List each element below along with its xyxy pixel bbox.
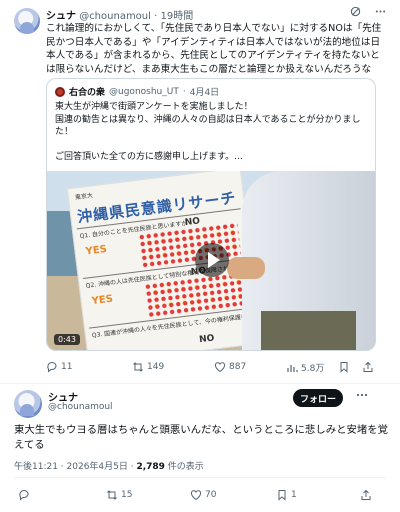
bookmark-icon — [278, 490, 286, 501]
no-label: NO — [198, 333, 215, 346]
quote-line-1: 東大生が沖縄で街頭アンケートを実施しました！ — [55, 102, 253, 112]
reply-icon — [19, 490, 29, 501]
follow-button[interactable]: フォロー — [293, 389, 343, 407]
video-duration: 0:43 — [54, 334, 80, 345]
bookmark-action[interactable] — [338, 361, 350, 373]
board-top-label: 東京大 — [74, 192, 94, 202]
reply-meta: 午後11:21 · 2026年4月5日 · 2,789 件の表示 — [14, 459, 204, 472]
quote-handle: @ugonoshu_UT — [109, 86, 179, 97]
quote-avatar — [55, 86, 65, 97]
post-divider — [0, 383, 400, 384]
yes-label: YES — [85, 243, 108, 258]
separator-dot: · — [154, 11, 158, 22]
quote-header: 右合の衆 @ugonoshu_UT · 4月4日 — [55, 85, 219, 98]
post-text: これ論理的におかしくて、「先住民であり日本人でない」に対するNOは「先住民かつ日… — [46, 23, 382, 75]
quote-line-3: ご回答頂いた全ての方に感謝申し上げます。... — [55, 151, 243, 162]
video-media[interactable]: 東京大 沖縄県民意識リサーチ Q1. 自分のことを先住民族と思いますか YES … — [47, 171, 375, 350]
views-icon — [287, 364, 298, 372]
grok-icon[interactable] — [350, 6, 361, 17]
like-count: 887 — [229, 362, 247, 372]
more-icon[interactable] — [356, 389, 368, 401]
reply-action[interactable]: 11 — [46, 361, 72, 373]
reply-user-avatar[interactable] — [14, 390, 42, 418]
reply-text: 東大生でもウヨる層はちゃんと頭悪いんだな、というところに悲しみと安堵を覚えてる — [14, 424, 389, 451]
bookmark-action[interactable]: 1 — [276, 489, 297, 501]
bookmark-count: 1 — [291, 490, 297, 500]
retweet-count: 149 — [147, 362, 165, 372]
meta-divider — [14, 477, 386, 478]
play-icon — [207, 252, 220, 268]
quote-text: 東大生が沖縄で街頭アンケートを実施しました！ 国連の勧告とは異なり、沖縄の人々の… — [55, 101, 370, 163]
more-icon[interactable] — [375, 6, 386, 17]
share-icon — [363, 361, 373, 372]
post-header: シュナ @chounamoul · 19時間 — [46, 7, 193, 22]
quote-display-name: 右合の衆 — [69, 88, 106, 98]
reply-action[interactable] — [18, 489, 33, 501]
display-name[interactable]: シュナ — [46, 11, 76, 22]
post-header-icons — [350, 6, 386, 17]
reply-user-handle[interactable]: @chounamoul — [48, 402, 113, 412]
retweet-icon — [133, 362, 143, 372]
yes-label: YES — [91, 293, 114, 308]
person-pants — [261, 311, 356, 350]
reply-icon — [47, 362, 57, 373]
like-action[interactable]: 887 — [214, 361, 246, 373]
quote-date: 4月4日 — [189, 88, 220, 98]
reply-timestamp[interactable]: 午後11:21 · 2026年4月5日 · — [14, 462, 136, 472]
like-count: 70 — [205, 490, 217, 500]
user-avatar[interactable] — [14, 8, 40, 34]
views-count: 5.8万 — [301, 364, 325, 374]
retweet-action[interactable]: 149 — [132, 361, 164, 373]
quoted-post[interactable]: 右合の衆 @ugonoshu_UT · 4月4日 東大生が沖縄で街頭アンケートを… — [46, 78, 376, 351]
retweet-count: 15 — [121, 490, 133, 500]
reply-views-count: 2,789 — [136, 462, 165, 472]
bookmark-icon — [340, 362, 348, 373]
heart-icon — [190, 490, 202, 501]
share-action[interactable] — [362, 361, 374, 373]
reply-actions: 15 70 1 — [14, 489, 386, 503]
share-icon — [361, 489, 371, 500]
user-handle[interactable]: @chounamoul — [79, 11, 151, 22]
reply-count: 11 — [61, 362, 73, 372]
retweet-icon — [107, 490, 117, 500]
person-hand — [227, 257, 265, 279]
share-action[interactable] — [360, 489, 372, 501]
play-button[interactable] — [195, 243, 229, 277]
like-action[interactable]: 70 — [190, 489, 216, 501]
retweet-action[interactable]: 15 — [106, 489, 132, 501]
reply-views-label: 件の表示 — [164, 462, 204, 472]
quote-separator: · — [182, 86, 186, 97]
post-time[interactable]: 19時間 — [160, 11, 193, 22]
quote-line-2: 国連の勧告とは異なり、沖縄の人々の自認は日本人であることが分かりました！ — [55, 114, 361, 138]
heart-icon — [214, 362, 226, 373]
views-action[interactable]: 5.8万 — [286, 361, 324, 374]
post-actions: 11 149 887 5.8万 — [46, 361, 376, 375]
